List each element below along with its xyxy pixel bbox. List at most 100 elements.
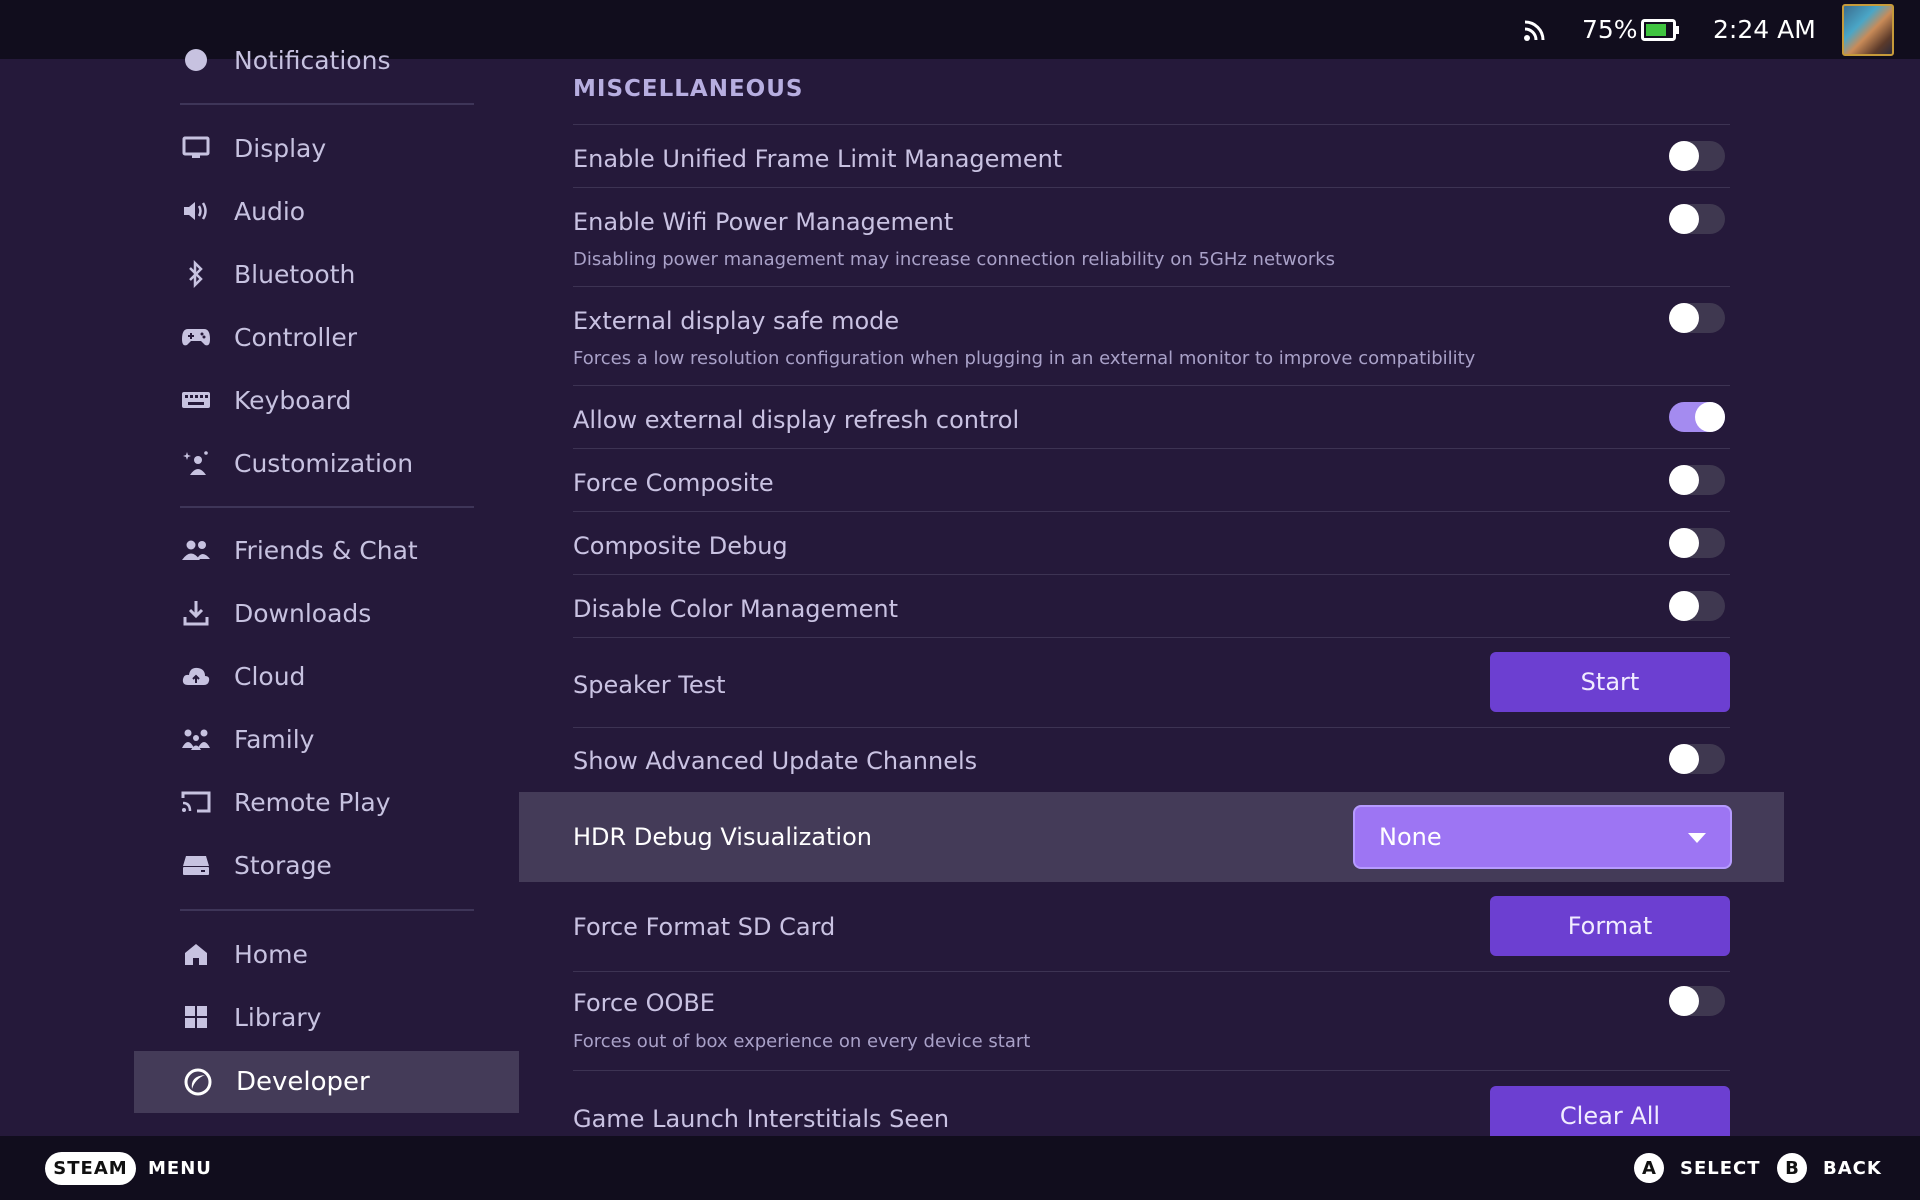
sidebar-item-label: Storage bbox=[234, 850, 332, 880]
toggle-knob bbox=[1669, 528, 1699, 558]
battery-icon bbox=[1641, 0, 1681, 59]
setting-row-composite-debug: Composite Debug bbox=[573, 511, 1730, 574]
sidebar-divider bbox=[180, 506, 474, 508]
setting-title: Composite Debug bbox=[573, 532, 788, 560]
select-label: SELECT bbox=[1680, 1157, 1761, 1179]
sidebar-item-label: Friends & Chat bbox=[234, 535, 418, 565]
external-refresh-toggle[interactable] bbox=[1669, 402, 1725, 432]
sidebar-item-library[interactable]: Library bbox=[180, 986, 540, 1048]
update-channels-toggle[interactable] bbox=[1669, 744, 1725, 774]
speaker-icon bbox=[180, 195, 212, 227]
sidebar-divider bbox=[180, 909, 474, 911]
force-oobe-toggle[interactable] bbox=[1669, 986, 1725, 1016]
setting-title: Enable Wifi Power Management bbox=[573, 208, 954, 236]
setting-title: Speaker Test bbox=[573, 671, 726, 699]
clear-all-button[interactable]: Clear All bbox=[1490, 1086, 1730, 1136]
sidebar-item-label: Home bbox=[234, 939, 308, 969]
rss-icon bbox=[1522, 0, 1548, 59]
sidebar-item-audio[interactable]: Audio bbox=[180, 180, 540, 242]
setting-row-force-oobe: Force OOBE Forces out of box experience … bbox=[573, 971, 1730, 1070]
hdr-debug-dropdown[interactable]: None bbox=[1355, 807, 1730, 867]
developer-icon bbox=[182, 1066, 214, 1098]
setting-title: Game Launch Interstitials Seen bbox=[573, 1105, 950, 1133]
bottom-bar: STEAM MENU A SELECT B BACK bbox=[0, 1136, 1920, 1200]
sidebar-item-storage[interactable]: Storage bbox=[180, 834, 540, 896]
setting-title: External display safe mode bbox=[573, 307, 900, 335]
sidebar-item-home[interactable]: Home bbox=[180, 923, 540, 985]
external-safe-mode-toggle[interactable] bbox=[1669, 303, 1725, 333]
setting-title: Disable Color Management bbox=[573, 595, 899, 623]
storage-icon bbox=[180, 849, 212, 881]
sidebar-item-bluetooth[interactable]: Bluetooth bbox=[180, 243, 540, 305]
chevron-down-icon bbox=[1688, 833, 1706, 843]
sidebar: Notifications Display Audio Bluetooth Co… bbox=[134, 46, 519, 1136]
grid-icon bbox=[180, 1001, 212, 1033]
toggle-knob bbox=[1669, 465, 1699, 495]
setting-title: Enable Unified Frame Limit Management bbox=[573, 145, 1063, 173]
steam-button[interactable]: STEAM bbox=[45, 1152, 136, 1185]
setting-title: Show Advanced Update Channels bbox=[573, 747, 978, 775]
sidebar-item-downloads[interactable]: Downloads bbox=[180, 582, 540, 644]
friends-icon bbox=[180, 534, 212, 566]
sidebar-item-friends-chat[interactable]: Friends & Chat bbox=[180, 519, 540, 581]
sidebar-item-label: Family bbox=[234, 724, 315, 754]
settings-content: MISCELLANEOUS Enable Unified Frame Limit… bbox=[519, 59, 1784, 1136]
toggle-knob bbox=[1669, 591, 1699, 621]
color-management-toggle[interactable] bbox=[1669, 591, 1725, 621]
sidebar-item-keyboard[interactable]: Keyboard bbox=[180, 369, 540, 431]
setting-row-speaker-test: Speaker Test Start bbox=[573, 637, 1730, 727]
sidebar-item-controller[interactable]: Controller bbox=[180, 306, 540, 368]
toggle-knob bbox=[1669, 744, 1699, 774]
format-sd-button[interactable]: Format bbox=[1490, 896, 1730, 956]
toggle-knob bbox=[1669, 204, 1699, 234]
monitor-icon bbox=[180, 132, 212, 164]
sidebar-item-label: Bluetooth bbox=[234, 259, 356, 289]
gamepad-icon bbox=[180, 321, 212, 353]
b-button-icon[interactable]: B bbox=[1777, 1153, 1807, 1183]
sidebar-item-label: Display bbox=[234, 133, 327, 163]
setting-row-unified-frame-limit: Enable Unified Frame Limit Management bbox=[573, 124, 1730, 187]
sidebar-item-family[interactable]: Family bbox=[180, 708, 540, 770]
sidebar-item-label: Developer bbox=[236, 1067, 370, 1097]
sidebar-item-label: Keyboard bbox=[234, 385, 352, 415]
a-button-icon[interactable]: A bbox=[1634, 1153, 1664, 1183]
sidebar-item-label: Library bbox=[234, 1002, 322, 1032]
sidebar-item-remote-play[interactable]: Remote Play bbox=[180, 771, 540, 833]
setting-row-interstitials: Game Launch Interstitials Seen Clear All bbox=[573, 1070, 1730, 1136]
sidebar-item-display[interactable]: Display bbox=[180, 117, 540, 179]
sparkle-person-icon bbox=[180, 447, 212, 479]
toggle-knob bbox=[1669, 141, 1699, 171]
setting-title: Allow external display refresh control bbox=[573, 406, 1020, 434]
avatar[interactable] bbox=[1842, 4, 1894, 56]
unified-frame-limit-toggle[interactable] bbox=[1669, 141, 1725, 171]
wifi-power-toggle[interactable] bbox=[1669, 204, 1725, 234]
sidebar-divider bbox=[180, 103, 474, 105]
sidebar-item-label: Audio bbox=[234, 196, 306, 226]
sidebar-item-customization[interactable]: Customization bbox=[180, 432, 540, 494]
dropdown-value: None bbox=[1379, 823, 1442, 851]
cast-icon bbox=[180, 786, 212, 818]
bluetooth-icon bbox=[180, 258, 212, 290]
sidebar-item-developer[interactable]: Developer bbox=[134, 1051, 519, 1113]
toggle-knob bbox=[1669, 986, 1699, 1016]
setting-title: Force Format SD Card bbox=[573, 913, 836, 941]
setting-description: Disabling power management may increase … bbox=[573, 249, 1336, 270]
section-title: MISCELLANEOUS bbox=[573, 76, 804, 102]
toggle-knob bbox=[1695, 402, 1725, 432]
keyboard-icon bbox=[180, 384, 212, 416]
setting-row-external-safe-mode: External display safe mode Forces a low … bbox=[573, 286, 1730, 385]
sidebar-item-cloud[interactable]: Cloud bbox=[180, 645, 540, 707]
setting-description: Forces out of box experience on every de… bbox=[573, 1031, 1031, 1052]
force-composite-toggle[interactable] bbox=[1669, 465, 1725, 495]
setting-row-color-management: Disable Color Management bbox=[573, 574, 1730, 637]
setting-row-external-refresh: Allow external display refresh control bbox=[573, 385, 1730, 448]
speaker-test-start-button[interactable]: Start bbox=[1490, 652, 1730, 712]
download-icon bbox=[180, 597, 212, 629]
toggle-knob bbox=[1669, 303, 1699, 333]
composite-debug-toggle[interactable] bbox=[1669, 528, 1725, 558]
sidebar-item-label: Notifications bbox=[234, 45, 391, 75]
sidebar-item-label: Controller bbox=[234, 322, 357, 352]
bell-icon bbox=[180, 44, 212, 76]
setting-title: HDR Debug Visualization bbox=[573, 823, 872, 851]
sidebar-item-notifications[interactable]: Notifications bbox=[180, 29, 540, 91]
